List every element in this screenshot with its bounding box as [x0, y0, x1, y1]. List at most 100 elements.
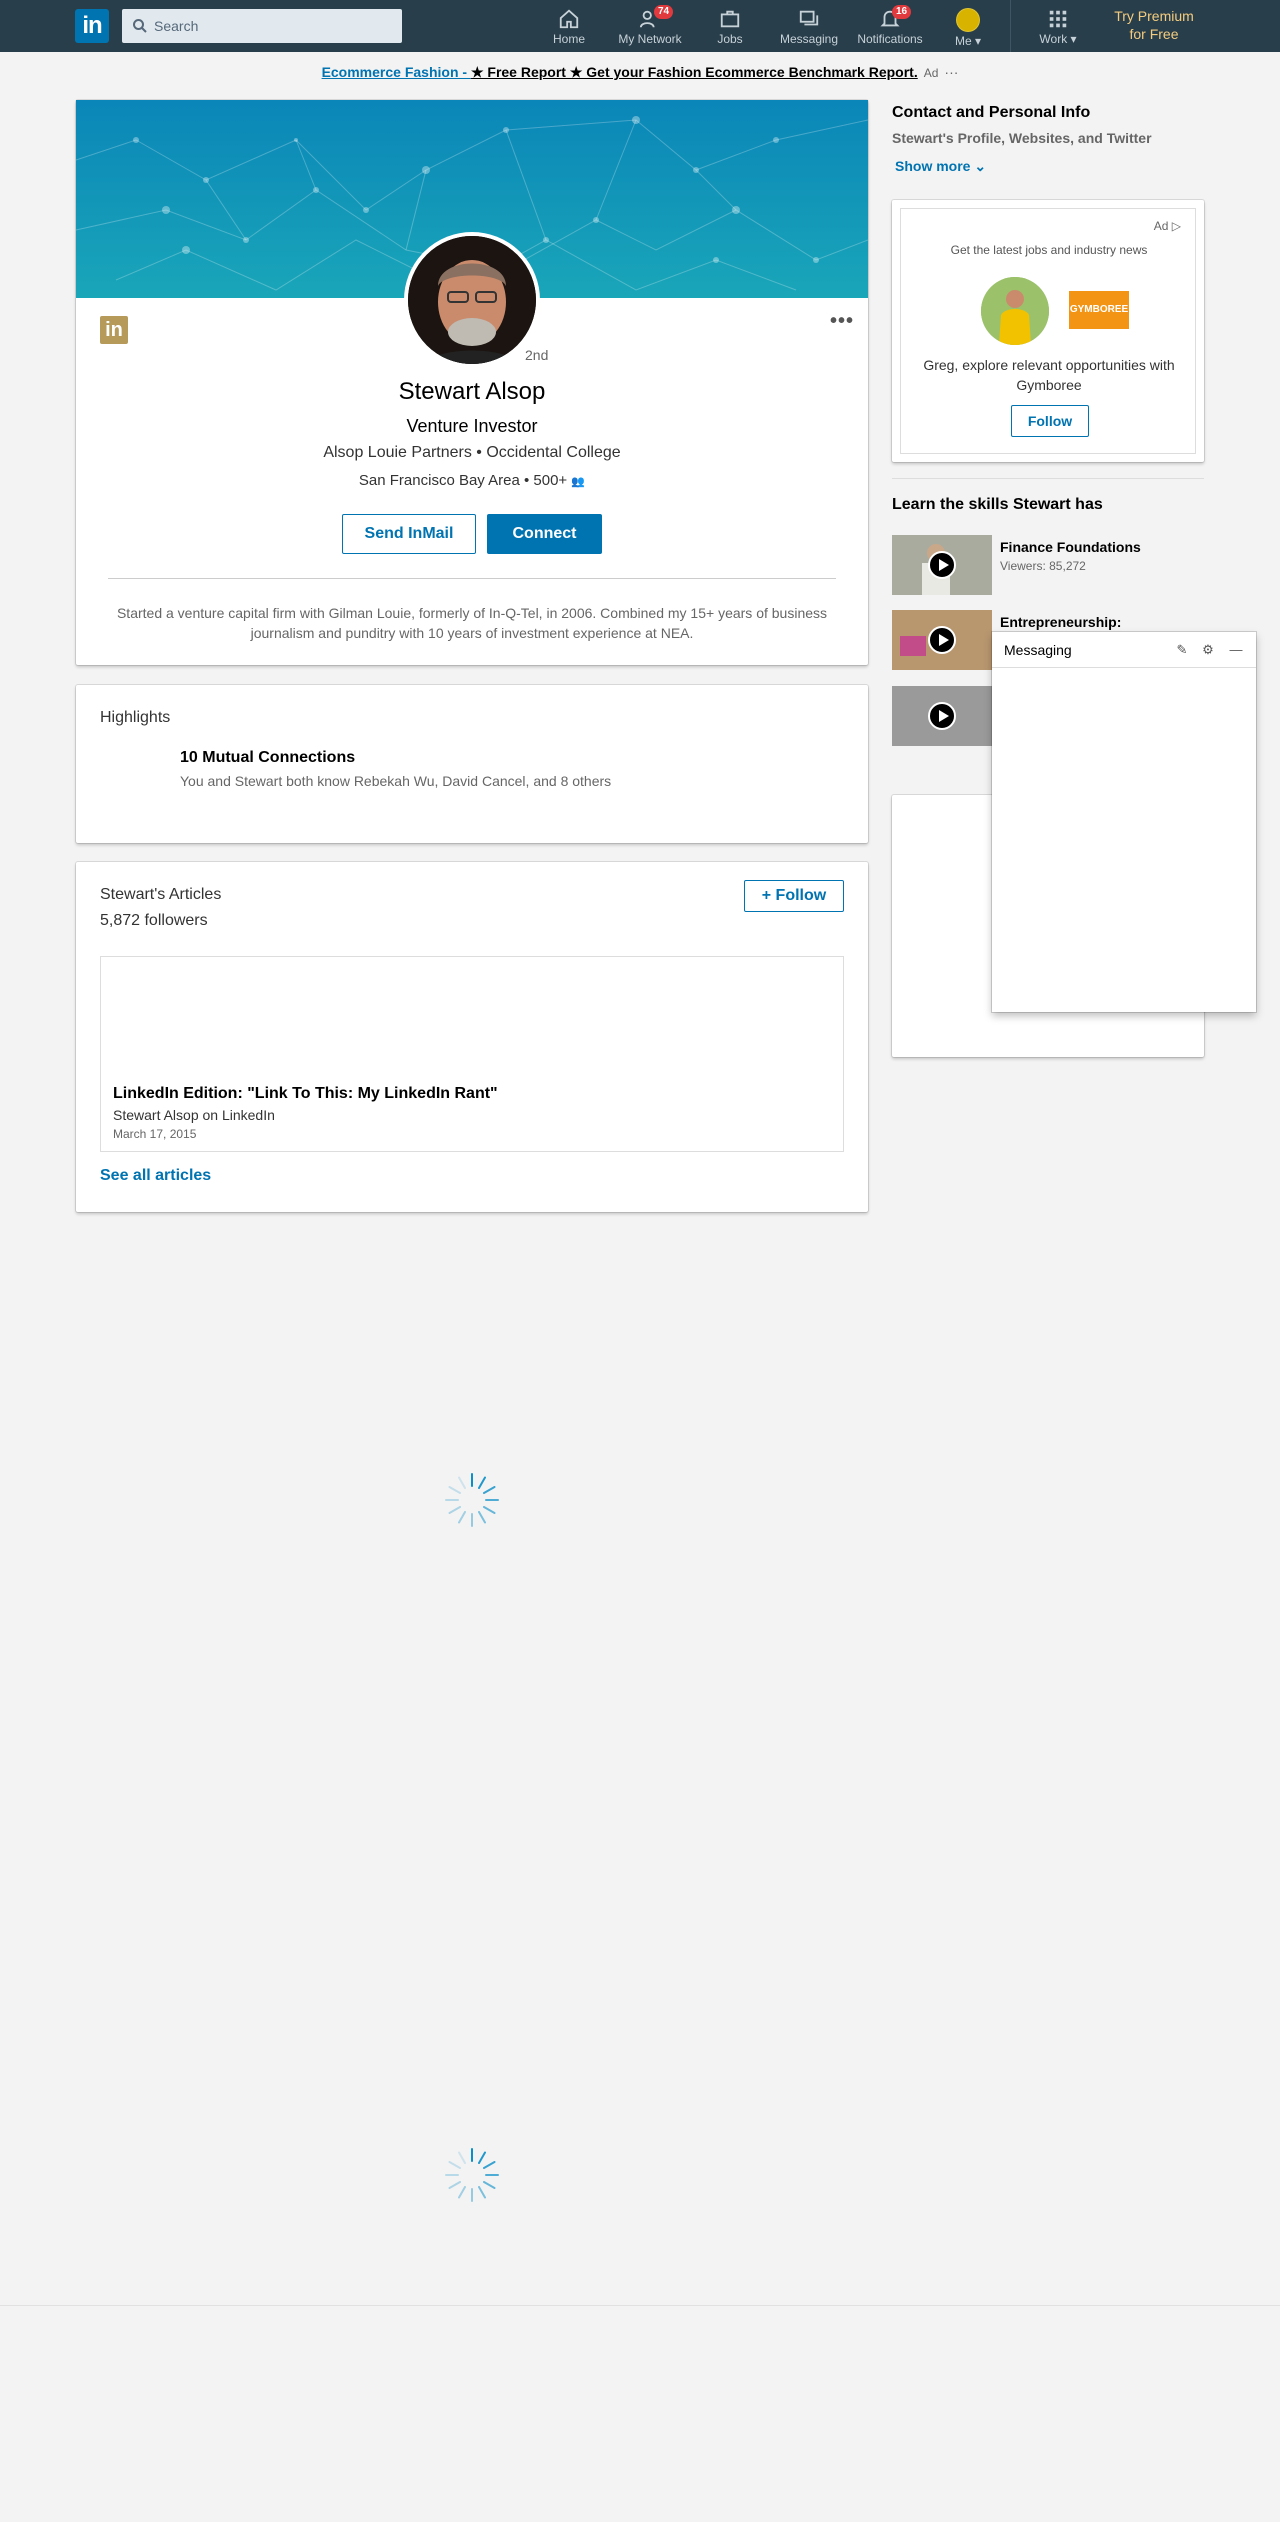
search-input[interactable] [148, 9, 398, 43]
course-thumbnail[interactable] [892, 535, 992, 595]
ad-tag: Ad [923, 66, 939, 80]
messaging-panel[interactable]: Messaging ✎ ⚙ — [992, 632, 1256, 1012]
contact-info-title: Contact and Personal Info [892, 104, 1091, 121]
try-premium-link[interactable]: Try Premium for Free [1104, 7, 1204, 43]
home-icon [559, 9, 579, 29]
mutual-connections-link[interactable]: 10 Mutual Connections [180, 749, 355, 767]
profile-summary: Started a venture capital firm with Gilm… [116, 605, 828, 641]
me-avatar [956, 8, 980, 32]
profile-company-school: Alsop Louie Partners • Occidental Colleg… [323, 444, 621, 461]
nav-separator [1010, 0, 1011, 52]
mutual-connections-text: You and Stewart both know Rebekah Wu, Da… [180, 773, 612, 789]
loading-spinner-icon [445, 1473, 499, 1527]
ad-body-text: Greg, explore relevant opportunities wit… [923, 357, 1175, 393]
followers-count: 5,872 followers [100, 912, 208, 929]
user-avatar [981, 277, 1049, 345]
article-date: March 17, 2015 [113, 1127, 197, 1141]
course-title[interactable]: Finance Foundations [1000, 539, 1141, 555]
profile-photo[interactable] [404, 232, 540, 368]
connect-button[interactable]: Connect [487, 514, 602, 554]
ad-banner: Ecommerce Fashion - ★ Free Report ★ Get … [0, 64, 1280, 81]
divider [108, 578, 836, 579]
nav-jobs[interactable]: Jobs [714, 0, 746, 52]
follow-button[interactable]: + Follow [744, 880, 844, 912]
course-thumbnail[interactable] [892, 610, 992, 670]
contact-info-subtitle: Stewart's Profile, Websites, and Twitter [892, 130, 1152, 146]
nav-messaging[interactable]: Messaging [778, 0, 840, 52]
user-portrait [981, 277, 1049, 345]
gear-icon[interactable]: ⚙ [1200, 642, 1216, 658]
top-nav: in Home 74 My Network Jobs Messaging 16 … [0, 0, 1280, 52]
course-thumbnail[interactable] [892, 686, 992, 746]
article-card[interactable]: LinkedIn Edition: "Link To This: My Link… [100, 956, 844, 1152]
connection-degree: 2nd [525, 347, 549, 363]
play-icon [928, 551, 956, 579]
nav-work[interactable]: Work ▾ [1038, 0, 1078, 52]
nav-label: Notifications [857, 32, 923, 46]
article-author: Stewart Alsop on LinkedIn [113, 1107, 275, 1123]
ad-follow-button[interactable]: Follow [1011, 405, 1089, 437]
profile-headline: Venture Investor [406, 416, 538, 436]
nav-label: Home [552, 32, 585, 46]
course-item[interactable]: Finance Foundations Viewers: 85,272 [892, 535, 1204, 595]
profile-card: in 2nd ••• Stewart Alsop Venture Investo… [76, 100, 868, 665]
messaging-title[interactable]: Messaging [1004, 642, 1072, 658]
ad-label: Ad ▷ [1153, 219, 1181, 233]
play-icon [928, 702, 956, 730]
nav-label: Work ▾ [1039, 32, 1077, 46]
briefcase-icon [720, 10, 740, 28]
gymboree-logo[interactable]: GYMBOREE [1069, 291, 1129, 329]
ad-inner: Ad ▷ Get the latest jobs and industry ne… [900, 208, 1196, 454]
nav-label: My Network [618, 32, 682, 46]
loading-spinner-icon [445, 2148, 499, 2202]
show-more-label: Show more [895, 158, 971, 174]
search-icon [133, 19, 147, 33]
show-more-link[interactable]: Show more ⌄ [895, 158, 986, 175]
linkedin-member-icon: in [100, 316, 128, 344]
nav-me[interactable]: Me ▾ [952, 0, 984, 52]
nav-home[interactable]: Home [548, 0, 590, 52]
articles-title: Stewart's Articles [100, 886, 222, 903]
search-box[interactable] [122, 9, 402, 43]
send-inmail-button[interactable]: Send InMail [342, 514, 476, 554]
messaging-header[interactable]: Messaging ✎ ⚙ — [992, 632, 1256, 668]
sidebar-ad-card: Ad ▷ Get the latest jobs and industry ne… [892, 200, 1204, 462]
nav-notifications[interactable]: 16 Notifications [854, 0, 926, 52]
nav-my-network[interactable]: 74 My Network [614, 0, 686, 52]
profile-portrait [408, 236, 536, 364]
profile-name: Stewart Alsop [398, 378, 546, 405]
premium-line2: for Free [1129, 26, 1179, 42]
articles-card: Stewart's Articles 5,872 followers + Fol… [76, 862, 868, 1212]
notifications-badge: 16 [892, 5, 912, 19]
premium-line1: Try Premium [1114, 8, 1194, 24]
see-all-articles-link[interactable]: See all articles [100, 1167, 211, 1185]
play-icon [928, 626, 956, 654]
connections-icon: 👥 [571, 476, 586, 488]
chevron-down-icon: ⌄ [974, 158, 987, 174]
location-text: San Francisco Bay Area • 500+ [358, 472, 568, 489]
course-title[interactable]: Entrepreneurship: [1000, 614, 1121, 630]
ad-choices-icon: ▷ [1171, 219, 1181, 233]
ad-menu-icon[interactable]: ··· [944, 64, 958, 80]
grid-icon [1049, 10, 1067, 28]
chat-icon [799, 10, 819, 26]
article-title[interactable]: LinkedIn Edition: "Link To This: My Link… [113, 1085, 498, 1103]
nav-label: Messaging [779, 32, 839, 46]
profile-location: San Francisco Bay Area • 500+ 👥 [76, 472, 868, 489]
nav-label: Jobs [717, 32, 743, 46]
minimize-icon[interactable]: — [1228, 642, 1244, 658]
network-badge: 74 [654, 5, 674, 19]
ad-link[interactable]: Ecommerce Fashion - [322, 64, 471, 80]
nav-label: Me ▾ [954, 34, 982, 48]
ad-headline: Get the latest jobs and industry news [950, 243, 1148, 257]
ad-text[interactable]: ★ Free Report ★ Get your Fashion Ecommer… [471, 64, 918, 80]
footer-divider [0, 2305, 1280, 2306]
learn-skills-title: Learn the skills Stewart has [892, 496, 1103, 513]
linkedin-logo[interactable]: in [75, 9, 109, 43]
highlights-title: Highlights [100, 709, 171, 726]
sidebar-divider [892, 478, 1204, 479]
more-actions-icon[interactable]: ••• [830, 310, 854, 333]
compose-icon[interactable]: ✎ [1174, 642, 1190, 658]
course-viewers: Viewers: 85,272 [1000, 559, 1086, 573]
highlights-card: Highlights 10 Mutual Connections You and… [76, 685, 868, 843]
